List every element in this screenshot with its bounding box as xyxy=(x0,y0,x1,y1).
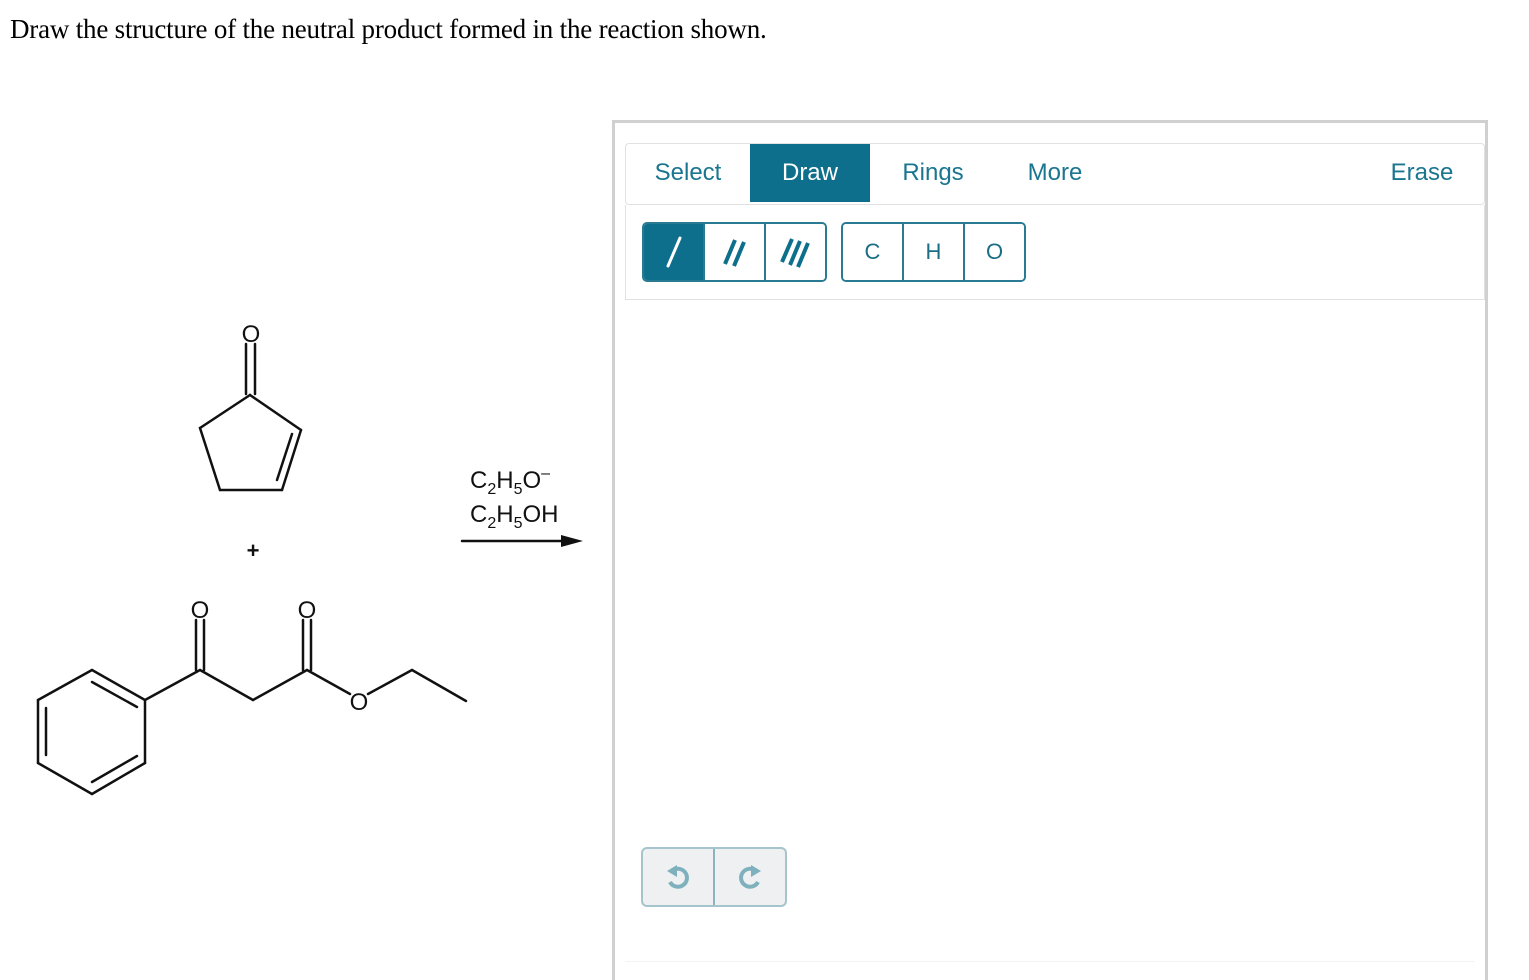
oxygen-label: O xyxy=(242,321,261,348)
triple-bond-icon xyxy=(779,238,810,268)
draw-tool-panel: C H O xyxy=(625,205,1485,300)
tab-rings[interactable]: Rings xyxy=(870,144,996,202)
atom-hydrogen-button[interactable]: H xyxy=(904,224,965,280)
ethyl-benzoylacetate-structure xyxy=(36,618,468,796)
reaction-drawing: O O O O + C2H5O– C2H5OH xyxy=(36,321,583,796)
oxygen-label: O xyxy=(298,597,317,624)
reaction-scheme: O O O O + C2H5O– C2H5OH xyxy=(0,300,610,820)
tab-select[interactable]: Select xyxy=(626,144,750,202)
reagent-ethanol: C2H5OH xyxy=(470,501,559,532)
undo-icon xyxy=(667,865,689,889)
ring-bond xyxy=(198,393,252,430)
atom-carbon-button[interactable]: C xyxy=(843,224,904,280)
double-bond-icon xyxy=(722,239,746,267)
question-prompt: Draw the structure of the neutral produc… xyxy=(10,14,767,44)
history-controls xyxy=(641,847,787,907)
tab-draw[interactable]: Draw xyxy=(750,144,870,202)
reagents: C2H5O– C2H5OH xyxy=(470,465,559,532)
erase-button[interactable]: Erase xyxy=(1366,144,1478,202)
atom-oxygen-button[interactable]: O xyxy=(965,224,1024,280)
single-bond-icon xyxy=(666,236,681,268)
redo-icon xyxy=(739,865,761,889)
bond-tool-group xyxy=(642,222,827,282)
editor-toolbar: Select Draw Rings More Erase xyxy=(625,143,1485,205)
ring-bond xyxy=(198,426,222,492)
structure-editor: Select Draw Rings More Erase C H O xyxy=(612,120,1488,980)
double-bond-button[interactable] xyxy=(705,224,766,280)
tab-more[interactable]: More xyxy=(996,144,1114,202)
reaction-arrowhead xyxy=(561,535,583,547)
triple-bond-button[interactable] xyxy=(766,224,825,280)
undo-button[interactable] xyxy=(643,849,715,905)
redo-button[interactable] xyxy=(715,849,785,905)
atom-tool-group: C H O xyxy=(841,222,1026,282)
cyclopentenone-structure xyxy=(198,342,303,492)
plus-sign: + xyxy=(247,538,260,563)
ring-bond xyxy=(248,393,303,432)
canvas-divider xyxy=(625,961,1475,962)
single-bond-button[interactable] xyxy=(644,224,705,280)
reagent-ethoxide: C2H5O– xyxy=(470,465,550,498)
ring-inner-double-bond xyxy=(275,432,294,482)
oxygen-label: O xyxy=(191,597,210,624)
oxygen-label: O xyxy=(350,689,369,716)
